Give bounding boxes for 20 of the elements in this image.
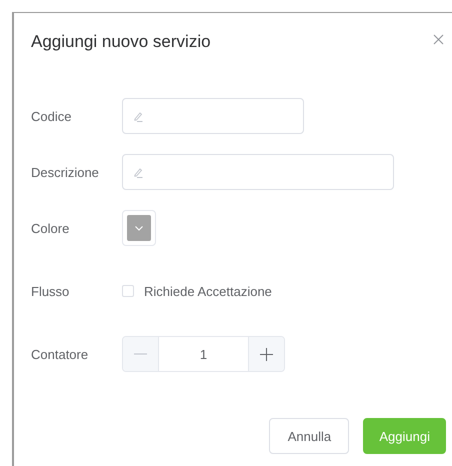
pencil-icon [133,110,143,122]
text-input-field[interactable] [122,98,304,134]
field-label: Flusso [31,284,70,298]
pencil-icon [133,166,143,178]
field-label: Colore [31,220,70,236]
field-label: Contatore [31,346,90,362]
text-input-field[interactable] [122,154,394,190]
chevron-down-icon [135,226,143,230]
field-label: Codice [31,108,72,124]
decrement-button[interactable] [123,337,158,371]
checkbox[interactable] [122,285,134,297]
increment-button[interactable] [249,337,284,371]
dialog-title: Aggiungi nuovo servizio [31,32,211,52]
minus-icon [134,353,147,355]
color-picker[interactable] [122,210,156,246]
close-icon[interactable] [433,34,444,44]
checkbox-label[interactable]: Richiede Accettazione [144,284,272,298]
cancel-button[interactable]: Annulla [269,418,350,454]
field-label: Descrizione [31,164,100,180]
plus-icon [260,348,273,360]
